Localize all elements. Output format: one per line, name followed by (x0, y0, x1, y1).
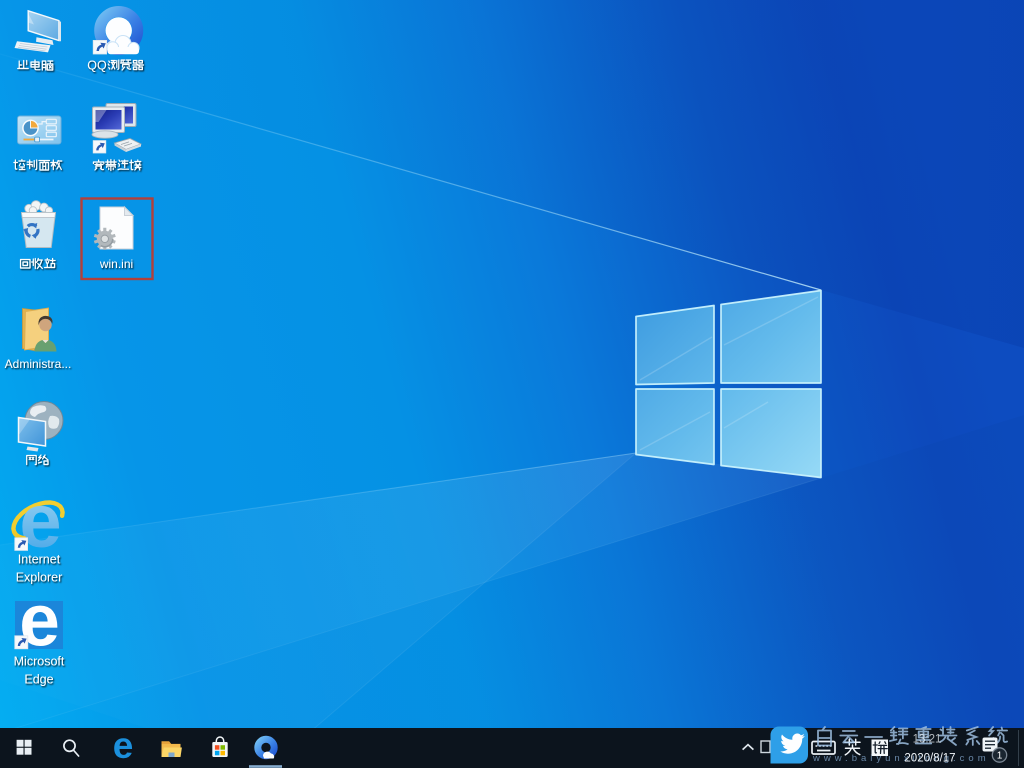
svg-text:e: e (113, 725, 134, 766)
svg-text:e: e (19, 479, 61, 564)
svg-text:13:21: 13:21 (913, 734, 942, 746)
svg-text:QQ: QQ (87, 59, 107, 73)
svg-text:Explorer: Explorer (16, 571, 63, 585)
svg-text:Administra...: Administra... (5, 357, 72, 371)
svg-text:2020/8/17: 2020/8/17 (904, 753, 955, 765)
svg-text:www.baiyunxitong.com: www.baiyunxitong.com (812, 753, 990, 764)
svg-text:win.ini: win.ini (99, 257, 133, 271)
svg-text:Microsoft: Microsoft (14, 655, 65, 669)
svg-text:1: 1 (997, 751, 1003, 762)
svg-text:Edge: Edge (24, 673, 53, 687)
svg-text:Internet: Internet (18, 553, 61, 567)
svg-text:e: e (19, 581, 60, 662)
